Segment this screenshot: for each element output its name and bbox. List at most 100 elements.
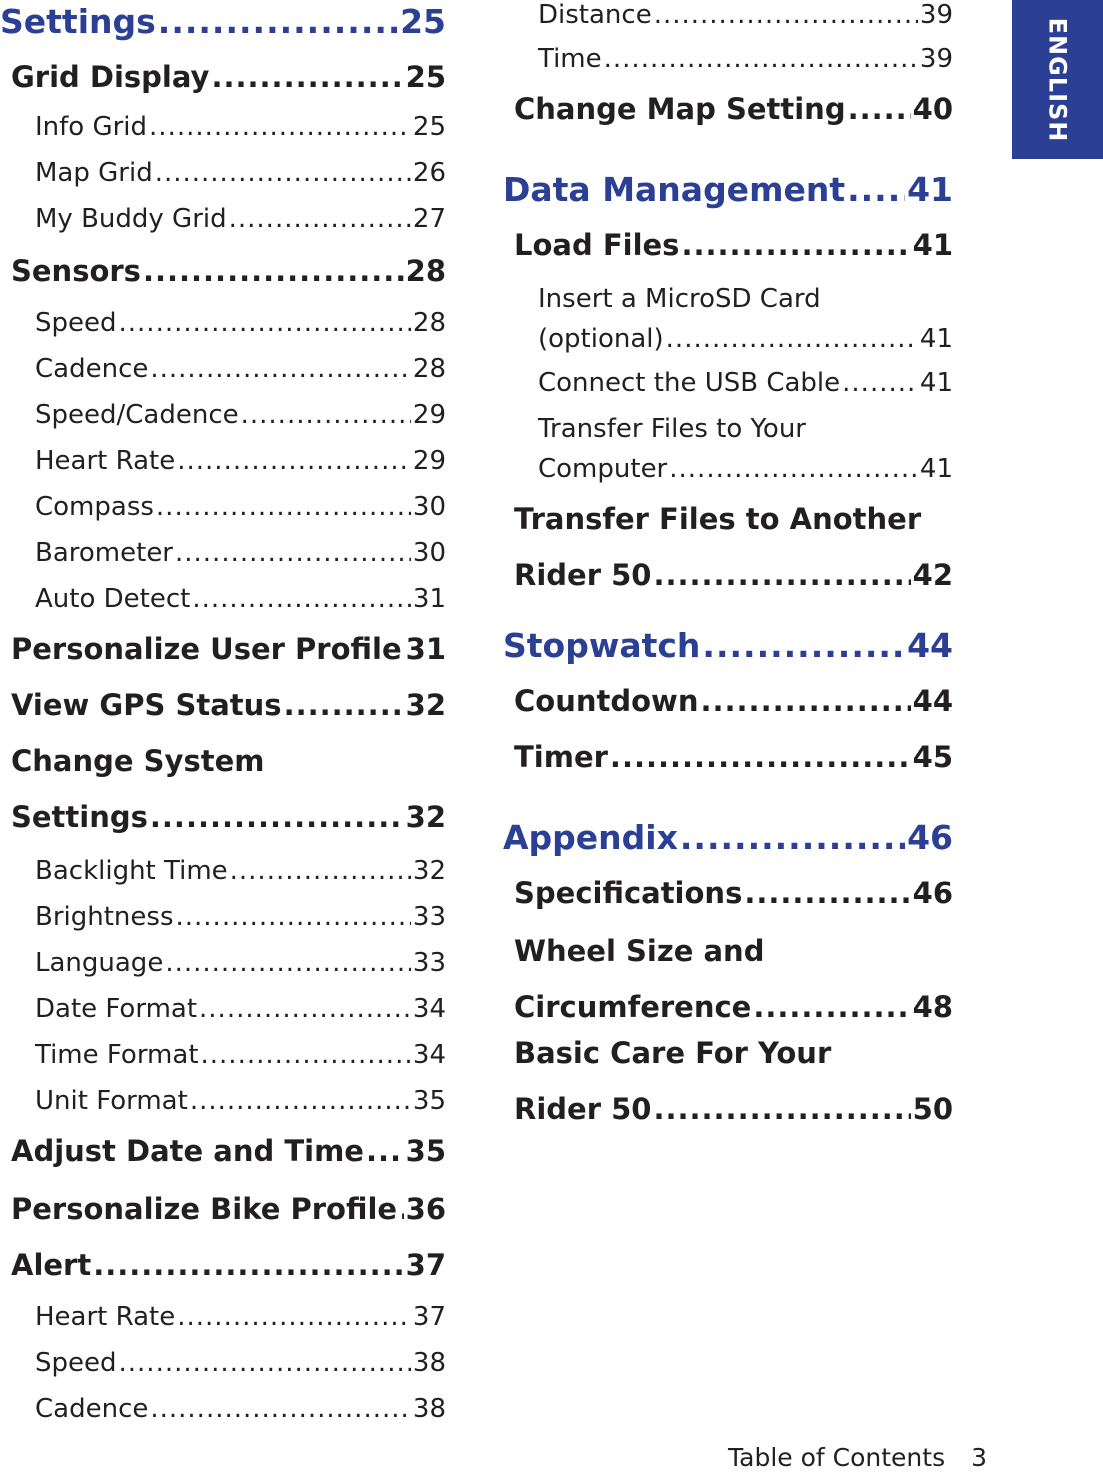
toc-entry-label-line1[interactable]: Transfer Files to Your — [538, 414, 806, 444]
toc-entry-label: Sensors — [11, 254, 141, 288]
toc-entry-level-1[interactable]: Settings25 — [0, 2, 446, 41]
toc-entry-page-number: 35 — [406, 1134, 446, 1168]
toc-entry-level-3[interactable]: Time Format34 — [35, 1040, 446, 1070]
toc-entry-level-3[interactable]: Heart Rate37 — [35, 1302, 446, 1332]
toc-entry-label-line1[interactable]: Change System — [11, 744, 264, 778]
toc-entry-page-number: 41 — [920, 368, 953, 398]
toc-entry-level-3[interactable]: My Buddy Grid27 — [35, 204, 446, 234]
dot-leader — [653, 1092, 910, 1126]
dot-leader — [155, 158, 411, 188]
toc-entry-label: Data Management — [503, 170, 845, 209]
toc-entry-level-2[interactable]: Personalize Bike Profile36 — [11, 1192, 446, 1226]
toc-entry-label: Auto Detect — [35, 584, 190, 614]
toc-entry-page-number: 37 — [406, 1248, 446, 1282]
dot-leader — [680, 818, 905, 857]
dot-leader — [399, 1192, 404, 1226]
toc-entry-level-1[interactable]: Data Management41 — [503, 170, 953, 209]
page-footer: Table of Contents3 — [728, 1443, 987, 1472]
toc-entry-page-number: 28 — [406, 254, 446, 288]
toc-entry-level-2[interactable]: Settings32 — [11, 800, 446, 834]
toc-entry-level-3[interactable]: Cadence38 — [35, 1394, 446, 1424]
toc-entry-label: Alert — [11, 1248, 91, 1282]
toc-entry-level-3[interactable]: Speed28 — [35, 308, 446, 338]
toc-entry-label: Settings — [0, 2, 156, 41]
toc-entry-label: Date Format — [35, 994, 197, 1024]
toc-entry-level-3[interactable]: (optional)41 — [538, 324, 953, 354]
toc-entry-label-line1[interactable]: Transfer Files to Another — [514, 502, 921, 536]
toc-entry-level-3[interactable]: Compass30 — [35, 492, 446, 522]
toc-entry-page-number: 33 — [413, 902, 446, 932]
toc-entry-label: Load Files — [514, 228, 679, 262]
toc-entry-level-2[interactable]: Circumference48 — [514, 990, 953, 1024]
toc-entry-label: Heart Rate — [35, 446, 175, 476]
toc-entry-level-3[interactable]: Heart Rate29 — [35, 446, 446, 476]
toc-entry-label-line1[interactable]: Insert a MicroSD Card — [538, 284, 821, 314]
toc-entry-level-3[interactable]: Barometer30 — [35, 538, 446, 568]
toc-entry-label: Barometer — [35, 538, 173, 568]
toc-entry-level-2[interactable]: Rider 5050 — [514, 1092, 953, 1126]
toc-entry-level-3[interactable]: Connect the USB Cable 41 — [538, 368, 953, 398]
toc-entry-level-3[interactable]: Backlight Time32 — [35, 856, 446, 886]
dot-leader — [229, 204, 411, 234]
toc-entry-level-3[interactable]: Time39 — [538, 44, 953, 74]
dot-leader — [176, 902, 411, 932]
toc-entry-label: Heart Rate — [35, 1302, 175, 1332]
toc-entry-level-2[interactable]: Personalize User Profile31 — [11, 632, 446, 666]
dot-leader — [669, 454, 918, 484]
dot-leader — [190, 1086, 411, 1116]
toc-entry-label: Rider 50 — [514, 1092, 651, 1126]
toc-entry-level-2[interactable]: Alert 37 — [11, 1248, 446, 1282]
toc-entry-level-1[interactable]: Stopwatch44 — [503, 626, 953, 665]
toc-entry-level-3[interactable]: Map Grid26 — [35, 158, 446, 188]
toc-entry-level-3[interactable]: Language33 — [35, 948, 446, 978]
dot-leader — [211, 60, 403, 94]
toc-entry-label-line1[interactable]: Basic Care For Your — [514, 1036, 831, 1070]
toc-entry-label: Unit Format — [35, 1086, 188, 1116]
toc-entry-level-2[interactable]: Sensors 28 — [11, 254, 446, 288]
toc-entry-level-3[interactable]: Speed/Cadence29 — [35, 400, 446, 430]
toc-entry-level-3[interactable]: Cadence28 — [35, 354, 446, 384]
toc-entry-level-2[interactable]: Specifications46 — [514, 876, 953, 910]
toc-entry-page-number: 28 — [413, 308, 446, 338]
toc-entry-level-3[interactable]: Info Grid25 — [35, 112, 446, 142]
toc-entry-page-number: 32 — [406, 800, 446, 834]
toc-entry-label: Grid Display — [11, 60, 209, 94]
toc-entry-level-2[interactable]: Timer45 — [514, 740, 953, 774]
toc-entry-level-2[interactable]: Change Map Setting40 — [514, 92, 953, 126]
toc-entry-level-3[interactable]: Date Format34 — [35, 994, 446, 1024]
toc-entry-level-3[interactable]: Auto Detect31 — [35, 584, 446, 614]
toc-entry-page-number: 32 — [406, 688, 446, 722]
toc-entry-level-3[interactable]: Speed38 — [35, 1348, 446, 1378]
dot-leader — [150, 1394, 411, 1424]
dot-leader — [284, 688, 404, 722]
dot-leader — [119, 308, 411, 338]
footer-page-number: 3 — [971, 1443, 987, 1472]
toc-entry-label-line1[interactable]: Wheel Size and — [514, 934, 764, 968]
toc-entry-level-2[interactable]: Load Files41 — [514, 228, 953, 262]
toc-entry-page-number: 36 — [406, 1192, 446, 1226]
toc-entry-level-2[interactable]: Countdown44 — [514, 684, 953, 718]
toc-entry-level-3[interactable]: Distance39 — [538, 0, 953, 30]
toc-entry-level-2[interactable]: Grid Display25 — [11, 60, 446, 94]
toc-entry-page-number: 46 — [907, 818, 953, 857]
toc-entry-level-3[interactable]: Brightness33 — [35, 902, 446, 932]
toc-entry-level-2[interactable]: View GPS Status32 — [11, 688, 446, 722]
toc-entry-page-number: 44 — [907, 626, 953, 665]
toc-entry-label: Rider 50 — [514, 558, 651, 592]
toc-entry-level-2[interactable]: Rider 5042 — [514, 558, 953, 592]
toc-entry-page-number: 35 — [413, 1086, 446, 1116]
toc-entry-level-3[interactable]: Computer41 — [538, 454, 953, 484]
toc-entry-level-1[interactable]: Appendix46 — [503, 818, 953, 857]
toc-entry-page-number: 33 — [413, 948, 446, 978]
toc-entry-label: Connect the USB Cable — [538, 368, 840, 398]
toc-entry-level-3[interactable]: Unit Format 35 — [35, 1086, 446, 1116]
toc-entry-page-number: 46 — [913, 876, 953, 910]
toc-entry-label: Personalize User Profile — [11, 632, 402, 666]
toc-entry-page-number: 41 — [920, 454, 953, 484]
toc-entry-label: Cadence — [35, 1394, 148, 1424]
toc-entry-page-number: 29 — [413, 400, 446, 430]
toc-entry-level-2[interactable]: Adjust Date and Time35 — [11, 1134, 446, 1168]
toc-entry-page-number: 39 — [920, 44, 953, 74]
dot-leader — [119, 1348, 411, 1378]
toc-entry-label: Cadence — [35, 354, 148, 384]
